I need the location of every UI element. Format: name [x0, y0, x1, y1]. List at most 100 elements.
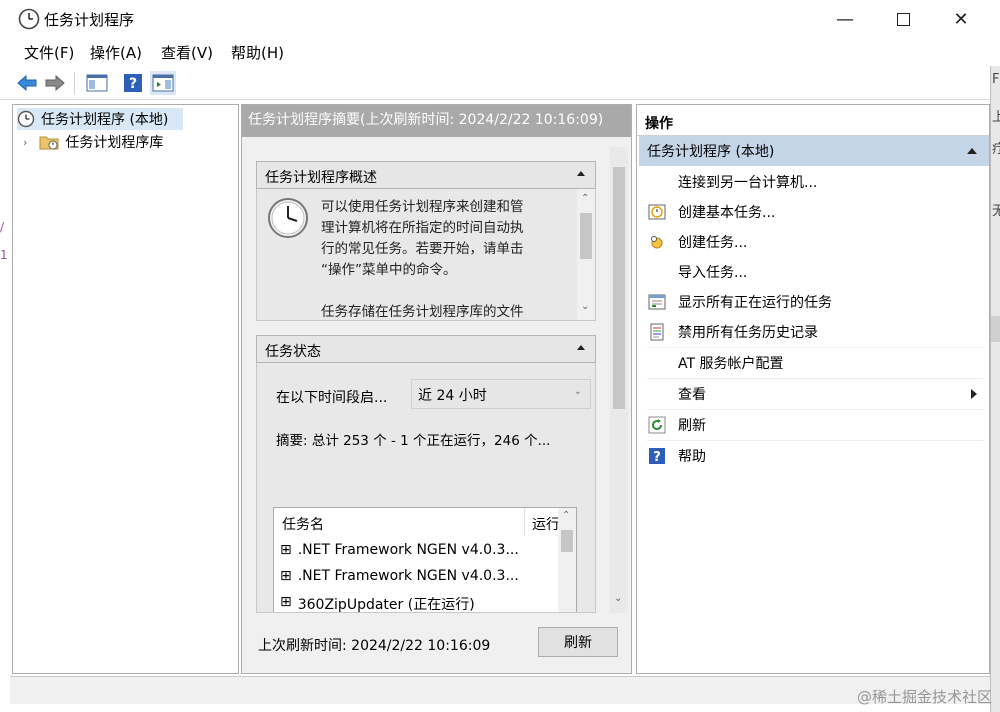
section-title: 任务状态 — [265, 344, 321, 360]
task-row[interactable]: ⊞ 360ZipUpdater (正在运行) — [280, 594, 475, 613]
action-disable-history[interactable]: 禁用所有任务历史记录 — [647, 317, 977, 347]
background-text-fragment: 疗 — [992, 138, 1000, 157]
overview-line: 理计算机将在所指定的时间自动执 — [321, 220, 524, 236]
help-icon: ? — [124, 74, 142, 92]
task-name: 360ZipUpdater (正在运行) — [297, 597, 475, 613]
action-show-running-tasks[interactable]: 显示所有正在运行的任务 — [647, 287, 977, 317]
action-at-service-account[interactable]: AT 服务帐户配置 — [647, 348, 977, 378]
expand-icon[interactable]: ⊞ — [280, 542, 292, 558]
collapse-icon[interactable] — [577, 345, 585, 350]
scroll-down-icon[interactable]: ⌄ — [614, 593, 622, 604]
back-button[interactable] — [14, 71, 40, 95]
chevron-right-icon[interactable]: › — [23, 136, 27, 149]
menu-help[interactable]: 帮助(H) — [231, 42, 284, 63]
scroll-up-icon[interactable]: ⌃ — [562, 510, 570, 521]
overview-line: 可以使用任务计划程序来创建和管 — [321, 199, 524, 215]
period-value: 近 24 小时 — [418, 388, 487, 404]
create-basic-task-icon — [647, 202, 667, 222]
action-label: AT 服务帐户配置 — [678, 356, 784, 372]
task-list: 任务名 运行结 ⊞ .NET Framework NGEN v4.0.3... … — [273, 507, 577, 613]
expand-icon[interactable]: ⊞ — [280, 594, 292, 612]
toolbar: ? — [0, 66, 990, 100]
console-tree-icon — [86, 74, 108, 92]
overview-section-header[interactable]: 任务计划程序概述 — [256, 161, 596, 189]
tree-item-root[interactable]: 任务计划程序 (本地) — [17, 108, 183, 130]
help-icon: ? — [647, 446, 667, 466]
show-hide-console-tree-button[interactable] — [84, 71, 110, 95]
overview-scrollbar[interactable]: ⌃ ⌄ — [577, 189, 595, 320]
help-button[interactable]: ? — [120, 71, 146, 95]
action-connect[interactable]: 连接到另一台计算机... — [647, 167, 977, 197]
background-text-fragment: 无 — [992, 200, 1000, 219]
action-create-basic-task[interactable]: 创建基本任务... — [647, 197, 977, 227]
action-view[interactable]: 查看 — [647, 379, 977, 409]
last-refresh-time: 上次刷新时间: 2024/2/22 10:16:09 — [258, 638, 491, 654]
action-label: 创建基本任务... — [678, 205, 776, 221]
refresh-button[interactable]: 刷新 — [538, 627, 618, 657]
overview-section-body: 可以使用任务计划程序来创建和管 理计算机将在所指定的时间自动执 行的常见任务。若… — [256, 189, 596, 321]
action-label: 导入任务... — [678, 265, 748, 281]
column-divider[interactable] — [524, 508, 525, 536]
show-hide-action-pane-button[interactable] — [150, 71, 176, 95]
actions-pane: 操作 任务计划程序 (本地) 连接到另一台计算机... 创建基本任务... 创建… — [636, 104, 990, 674]
status-section-body: 在以下时间段启... 近 24 小时 ⌄ 摘要: 总计 253 个 - 1 个正… — [256, 363, 596, 613]
background-window-edge: F 上 疗 无 — [990, 66, 1000, 712]
scroll-thumb[interactable] — [561, 530, 573, 552]
scroll-down-icon[interactable]: ⌄ — [581, 301, 589, 312]
window-title: 任务计划程序 — [44, 11, 135, 29]
back-arrow-icon — [17, 74, 37, 92]
task-row[interactable]: ⊞ .NET Framework NGEN v4.0.3... — [280, 568, 519, 584]
submenu-arrow-icon — [971, 389, 977, 399]
watermark-text: @稀土掘金技术社区 — [856, 688, 992, 706]
minimize-button[interactable]: — — [816, 0, 874, 38]
action-label: 查看 — [678, 387, 706, 403]
actions-group-header[interactable]: 任务计划程序 (本地) — [639, 136, 989, 166]
forward-button[interactable] — [42, 71, 68, 95]
action-create-task[interactable]: 创建任务... — [647, 227, 977, 257]
summary-header: 任务计划程序摘要(上次刷新时间: 2024/2/22 10:16:09) — [242, 105, 631, 137]
action-label: 刷新 — [678, 418, 706, 434]
action-refresh[interactable]: 刷新 — [647, 410, 977, 440]
expand-icon[interactable]: ⊞ — [280, 568, 292, 584]
column-header-task-name[interactable]: 任务名 — [282, 514, 324, 534]
background-text-fragment: / — [0, 220, 5, 234]
tree-item-library[interactable]: › 任务计划程序库 — [23, 131, 163, 153]
menu-file[interactable]: 文件(F) — [24, 42, 74, 63]
task-row[interactable]: ⊞ .NET Framework NGEN v4.0.3... — [280, 542, 519, 558]
action-label: 显示所有正在运行的任务 — [678, 295, 832, 311]
running-tasks-icon — [647, 292, 667, 312]
menu-view[interactable]: 查看(V) — [161, 42, 213, 63]
action-import-task[interactable]: 导入任务... — [647, 257, 977, 287]
tree-item-label: 任务计划程序库 — [65, 135, 164, 151]
svg-text:?: ? — [653, 450, 661, 465]
background-window-block — [991, 316, 1000, 342]
task-name: .NET Framework NGEN v4.0.3... — [297, 542, 519, 558]
summary-pane: 任务计划程序摘要(上次刷新时间: 2024/2/22 10:16:09) 任务计… — [241, 104, 632, 674]
action-help[interactable]: ? 帮助 — [647, 441, 977, 471]
status-section-header[interactable]: 任务状态 — [256, 335, 596, 363]
action-label: 连接到另一台计算机... — [678, 175, 818, 191]
maximize-button[interactable] — [874, 0, 932, 38]
console-tree: 任务计划程序 (本地) › 任务计划程序库 — [12, 104, 239, 674]
close-button[interactable]: ✕ — [932, 0, 990, 38]
clock-icon — [18, 8, 40, 30]
summary-scrollbar[interactable]: ⌄ — [610, 147, 628, 613]
task-list-scrollbar[interactable]: ⌃ — [558, 508, 576, 612]
title-bar: 任务计划程序 — ✕ — [0, 0, 1000, 38]
scroll-thumb[interactable] — [580, 213, 592, 259]
period-dropdown[interactable]: 近 24 小时 ⌄ — [411, 379, 591, 409]
menu-action[interactable]: 操作(A) — [90, 42, 142, 63]
scroll-thumb[interactable] — [613, 167, 625, 409]
collapse-icon[interactable] — [577, 171, 585, 176]
collapse-icon[interactable] — [967, 148, 977, 154]
clock-icon — [267, 197, 309, 243]
action-label: 禁用所有任务历史记录 — [678, 325, 818, 341]
folder-clock-icon — [39, 133, 59, 151]
menu-bar: 文件(F) 操作(A) 查看(V) 帮助(H) — [0, 38, 990, 66]
background-text-fragment: 上 — [992, 106, 1000, 125]
action-pane-icon — [152, 74, 174, 92]
toolbar-divider — [74, 72, 75, 94]
scroll-up-icon[interactable]: ⌃ — [581, 193, 589, 204]
status-summary: 摘要: 总计 253 个 - 1 个正在运行，246 个... — [276, 433, 551, 449]
tree-item-label: 任务计划程序 (本地) — [41, 112, 169, 128]
